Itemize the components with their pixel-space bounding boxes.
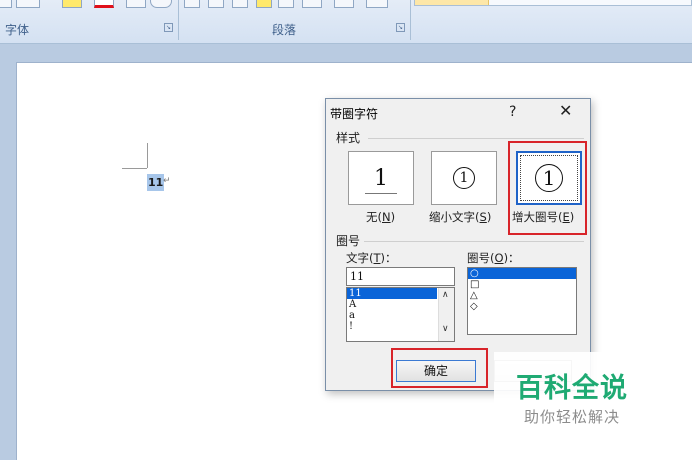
enclose-characters-button[interactable] — [150, 0, 172, 8]
style-none-label: 无(N) — [366, 210, 396, 224]
watermark-subtitle: 助你轻松解决 — [524, 408, 621, 426]
watermark: 百科全说 助你轻松解决 — [494, 352, 666, 436]
group-separator — [410, 0, 411, 40]
styles-gallery-selected[interactable] — [415, 0, 489, 5]
justify-button[interactable] — [256, 0, 272, 8]
text-list-scrollbar[interactable]: ∧ ∨ — [438, 288, 454, 341]
scroll-down-icon[interactable]: ∨ — [442, 324, 449, 334]
watermark-title: 百科全说 — [516, 373, 628, 404]
font-group-label: 字体 — [5, 23, 30, 37]
section-divider — [364, 241, 584, 242]
margin-mark-vertical — [147, 143, 148, 168]
enclosure-field-label: 圈号(O)： — [467, 251, 520, 265]
selected-document-text[interactable]: 11 — [147, 174, 165, 191]
font-dialog-launcher-icon[interactable]: ↘ — [164, 23, 173, 32]
close-button[interactable]: ✕ — [559, 101, 572, 120]
help-button[interactable]: ? — [509, 104, 516, 120]
enclosure-list-item[interactable]: ○ — [468, 268, 576, 279]
text-listbox[interactable]: 11 A a ! ∧ ∨ — [346, 287, 455, 342]
font-color-button[interactable] — [94, 0, 114, 8]
enclosure-list-item[interactable]: △ — [468, 290, 576, 301]
enclosure-section-label: 圈号 — [336, 234, 361, 248]
enclosure-list-item[interactable]: ◇ — [468, 301, 576, 312]
enclosure-list-item[interactable]: □ — [468, 279, 576, 290]
style-shrink-label: 缩小文字(S) — [429, 210, 492, 224]
ribbon: 字体 ↘ 段落 ↘ — [0, 0, 692, 44]
highlight-box-ok — [391, 348, 488, 388]
style-section-label: 样式 — [336, 131, 361, 145]
borders-button[interactable] — [366, 0, 388, 8]
scroll-up-icon[interactable]: ∧ — [442, 290, 449, 300]
style-shrink-text-option[interactable]: 1 — [431, 151, 497, 205]
paragraph-group-label: 段落 — [272, 23, 297, 37]
text-field-label: 文字(T)： — [346, 251, 397, 265]
section-divider — [368, 138, 584, 139]
style-shrink-preview: 1 — [453, 167, 475, 189]
align-left-button[interactable] — [184, 0, 200, 8]
text-list-item[interactable]: 11 — [347, 288, 437, 299]
enclosure-listbox[interactable]: ○ □ △ ◇ — [467, 267, 577, 335]
highlight-color-button[interactable] — [62, 0, 82, 8]
styles-gallery[interactable] — [414, 0, 692, 6]
align-right-button[interactable] — [232, 0, 248, 8]
enclose-characters-dialog: 带圈字符 ? ✕ 样式 1 1 1 无(N) 缩小文字(S) 增大圈号(E) 圈… — [325, 98, 591, 391]
shading-button[interactable] — [334, 0, 354, 8]
style-none-preview: 1 — [365, 165, 397, 194]
margin-mark-horizontal — [122, 168, 147, 169]
line-spacing-button[interactable] — [302, 0, 322, 8]
group-separator — [178, 0, 179, 40]
char-border-button[interactable] — [16, 0, 40, 8]
distribute-button[interactable] — [278, 0, 294, 8]
char-shading-button[interactable] — [126, 0, 146, 8]
align-center-button[interactable] — [208, 0, 224, 8]
paragraph-dialog-launcher-icon[interactable]: ↘ — [396, 23, 405, 32]
highlight-box-enlarge — [508, 141, 587, 235]
dialog-title: 带圈字符 — [330, 107, 379, 121]
clear-format-button[interactable] — [0, 0, 12, 8]
text-input[interactable]: 11 — [346, 267, 455, 286]
paragraph-mark: ↵ — [163, 176, 171, 186]
style-none-option[interactable]: 1 — [348, 151, 414, 205]
